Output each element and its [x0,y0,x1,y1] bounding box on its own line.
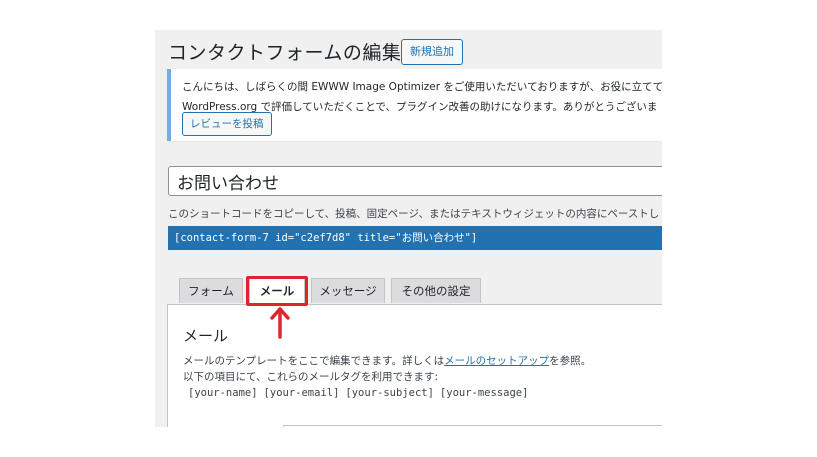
mail-tag: [your-name] [188,387,258,399]
tab-form[interactable]: フォーム [179,278,243,303]
desc-suffix: を参照。 [549,355,592,367]
mail-panel-description: メールのテンプレートをここで編集できます。詳しくはメールのセットアップを参照。 … [183,353,591,385]
notice-text: こんにちは、しばらくの間 EWWW Image Optimizer をご使用いた… [182,77,662,117]
highlight-box [246,276,308,306]
add-new-button[interactable]: 新規追加 [401,39,463,65]
mail-tag: [your-message] [439,387,529,399]
review-notice: こんにちは、しばらくの間 EWWW Image Optimizer をご使用いた… [167,69,662,141]
mail-tag: [your-subject] [345,387,434,399]
mail-panel: メール メールのテンプレートをここで編集できます。詳しくはメールのセットアップを… [167,304,662,427]
page-title: コンタクトフォームの編集 [168,42,402,64]
wp-admin-screen: コンタクトフォームの編集 新規追加 こんにちは、しばらくの間 EWWW Imag… [155,30,662,427]
desc-prefix: メールのテンプレートをここで編集できます。詳しくは [183,355,445,367]
mail-tag: [your-email] [263,387,340,399]
shortcode-description: このショートコードをコピーして、投稿、固定ページ、またはテキストウィジェットの内… [168,208,660,220]
shortcode-field[interactable]: [contact-form-7 id="c2ef7d8" title="お問い合… [168,226,662,250]
notice-line-1: こんにちは、しばらくの間 EWWW Image Optimizer をご使用いた… [182,81,662,93]
tab-additional-settings[interactable]: その他の設定 [391,278,481,303]
mail-setup-link[interactable]: メールのセットアップ [444,355,549,367]
up-arrow-icon [270,307,290,339]
mail-tags: [your-name] [your-email] [your-subject] [yo… [188,387,534,399]
mail-to-input[interactable] [283,425,662,427]
desc-line-2: 以下の項目にて、これらのメールタグを利用できます: [183,371,439,383]
post-review-button[interactable]: レビューを投稿 [182,112,272,136]
tab-messages[interactable]: メッセージ [311,278,385,303]
form-title-input[interactable] [168,166,662,196]
mail-panel-heading: メール [183,327,229,345]
